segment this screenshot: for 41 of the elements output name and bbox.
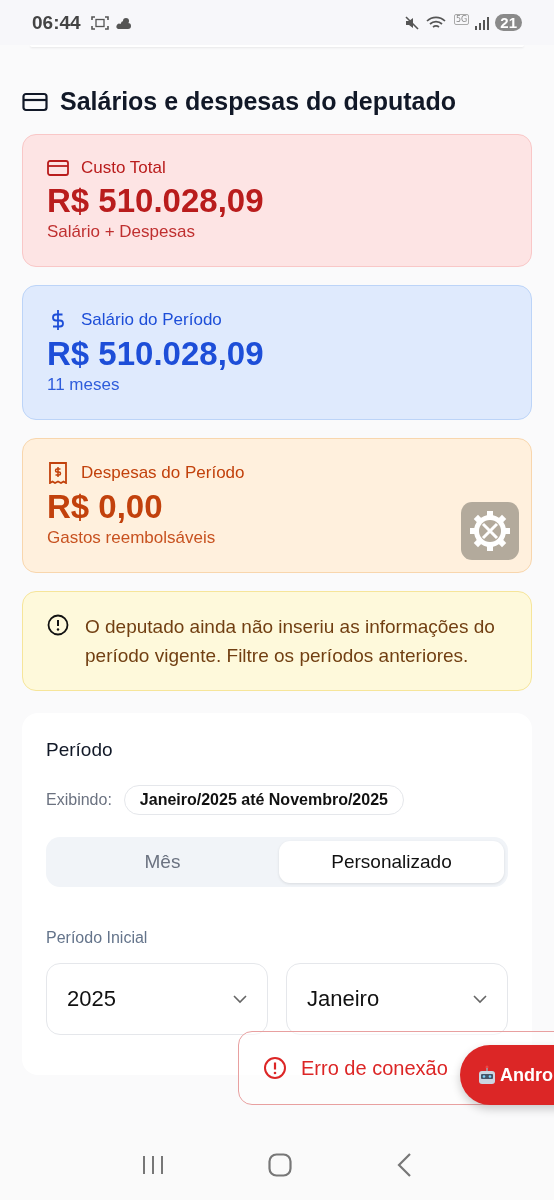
chevron-down-icon <box>233 994 247 1004</box>
showing-label: Exibindo: <box>46 791 112 809</box>
network-label: 5G <box>454 14 470 25</box>
card-amount: R$ 0,00 <box>47 488 164 526</box>
robot-icon <box>478 1065 496 1085</box>
credit-card-icon <box>47 159 69 177</box>
floating-button[interactable]: Andro <box>460 1045 554 1105</box>
card-amount: R$ 510.028,09 <box>47 182 265 220</box>
card-note: 11 meses <box>47 375 121 395</box>
section-title: Salários e despesas do deputado <box>60 87 456 116</box>
chevron-down-icon <box>473 994 487 1004</box>
year-select[interactable]: 2025 <box>46 963 268 1035</box>
mode-tab[interactable]: Mês <box>50 841 275 883</box>
alert-icon <box>47 614 69 636</box>
signal-icon <box>475 15 490 30</box>
back-icon[interactable] <box>396 1153 412 1177</box>
tools-gear-icon[interactable] <box>461 502 519 560</box>
weather-icon <box>114 15 133 30</box>
card-note: Gastos reembolsáveis <box>47 528 217 548</box>
notice-text: O deputado ainda não inseriu as informações do período vigente. Filtre os períodos anteriores. <box>85 615 496 668</box>
toast-message: Erro de conexão <box>301 1056 448 1080</box>
battery-indicator: 21 <box>495 14 522 31</box>
period-badge: Janeiro/2025 até Novembro/2025 <box>123 785 404 815</box>
card-label: Despesas do Período <box>81 463 245 483</box>
alert-icon <box>263 1056 287 1080</box>
panel-title: Período <box>46 739 114 761</box>
wifi-icon <box>426 14 448 31</box>
receipt-icon <box>47 462 69 484</box>
card-note: Salário + Despesas <box>47 222 196 242</box>
credit-card-icon <box>22 91 48 112</box>
card-label: Salário do Período <box>81 310 222 330</box>
status-time: 06:44 <box>32 11 81 34</box>
recent-apps-icon[interactable] <box>142 1155 164 1175</box>
mode-tab[interactable]: Personalizado <box>279 841 504 883</box>
month-select[interactable]: Janeiro <box>286 963 508 1035</box>
card-amount: R$ 510.028,09 <box>47 335 265 373</box>
field-label: Período Inicial <box>46 929 149 947</box>
card-label: Custo Total <box>81 158 166 178</box>
home-icon[interactable] <box>268 1153 292 1177</box>
screenshot-icon <box>90 14 109 31</box>
mute-icon <box>404 14 420 31</box>
